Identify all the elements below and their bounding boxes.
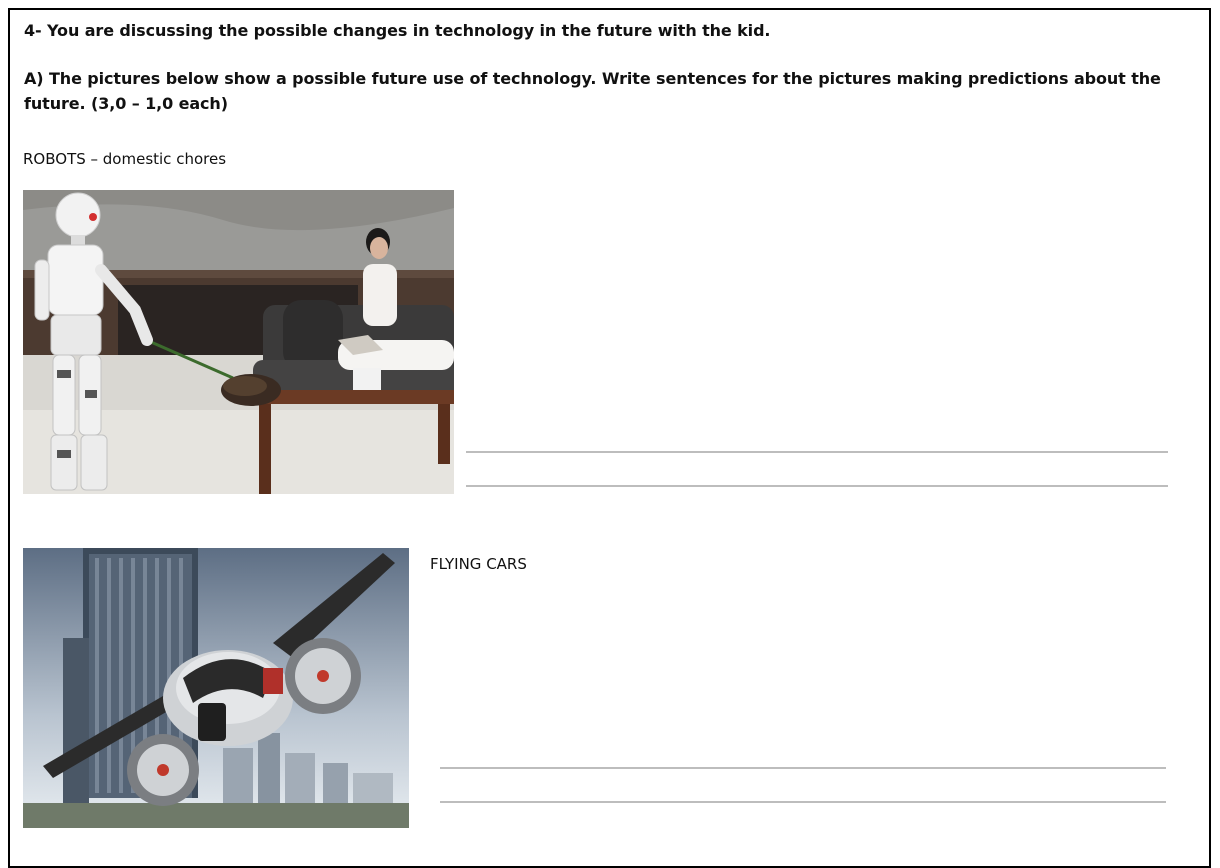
item-label-flying-cars: FLYING CARS: [430, 555, 527, 573]
robot-scene-illustration: [23, 190, 454, 494]
answer-line-cars-2[interactable]: [440, 801, 1166, 803]
answer-line-cars-1[interactable]: [440, 767, 1166, 769]
item-label-robots: ROBOTS – domestic chores: [23, 150, 227, 168]
answer-line-robots-1[interactable]: [466, 451, 1168, 453]
flying-car-photo: [23, 548, 409, 828]
question-instruction: A) The pictures below show a possible fu…: [24, 69, 1161, 113]
question-title: 4- You are discussing the possible chang…: [24, 21, 771, 40]
robot-dusting-photo: [23, 190, 454, 494]
flying-car-illustration: [23, 548, 409, 828]
answer-line-robots-2[interactable]: [466, 485, 1168, 487]
